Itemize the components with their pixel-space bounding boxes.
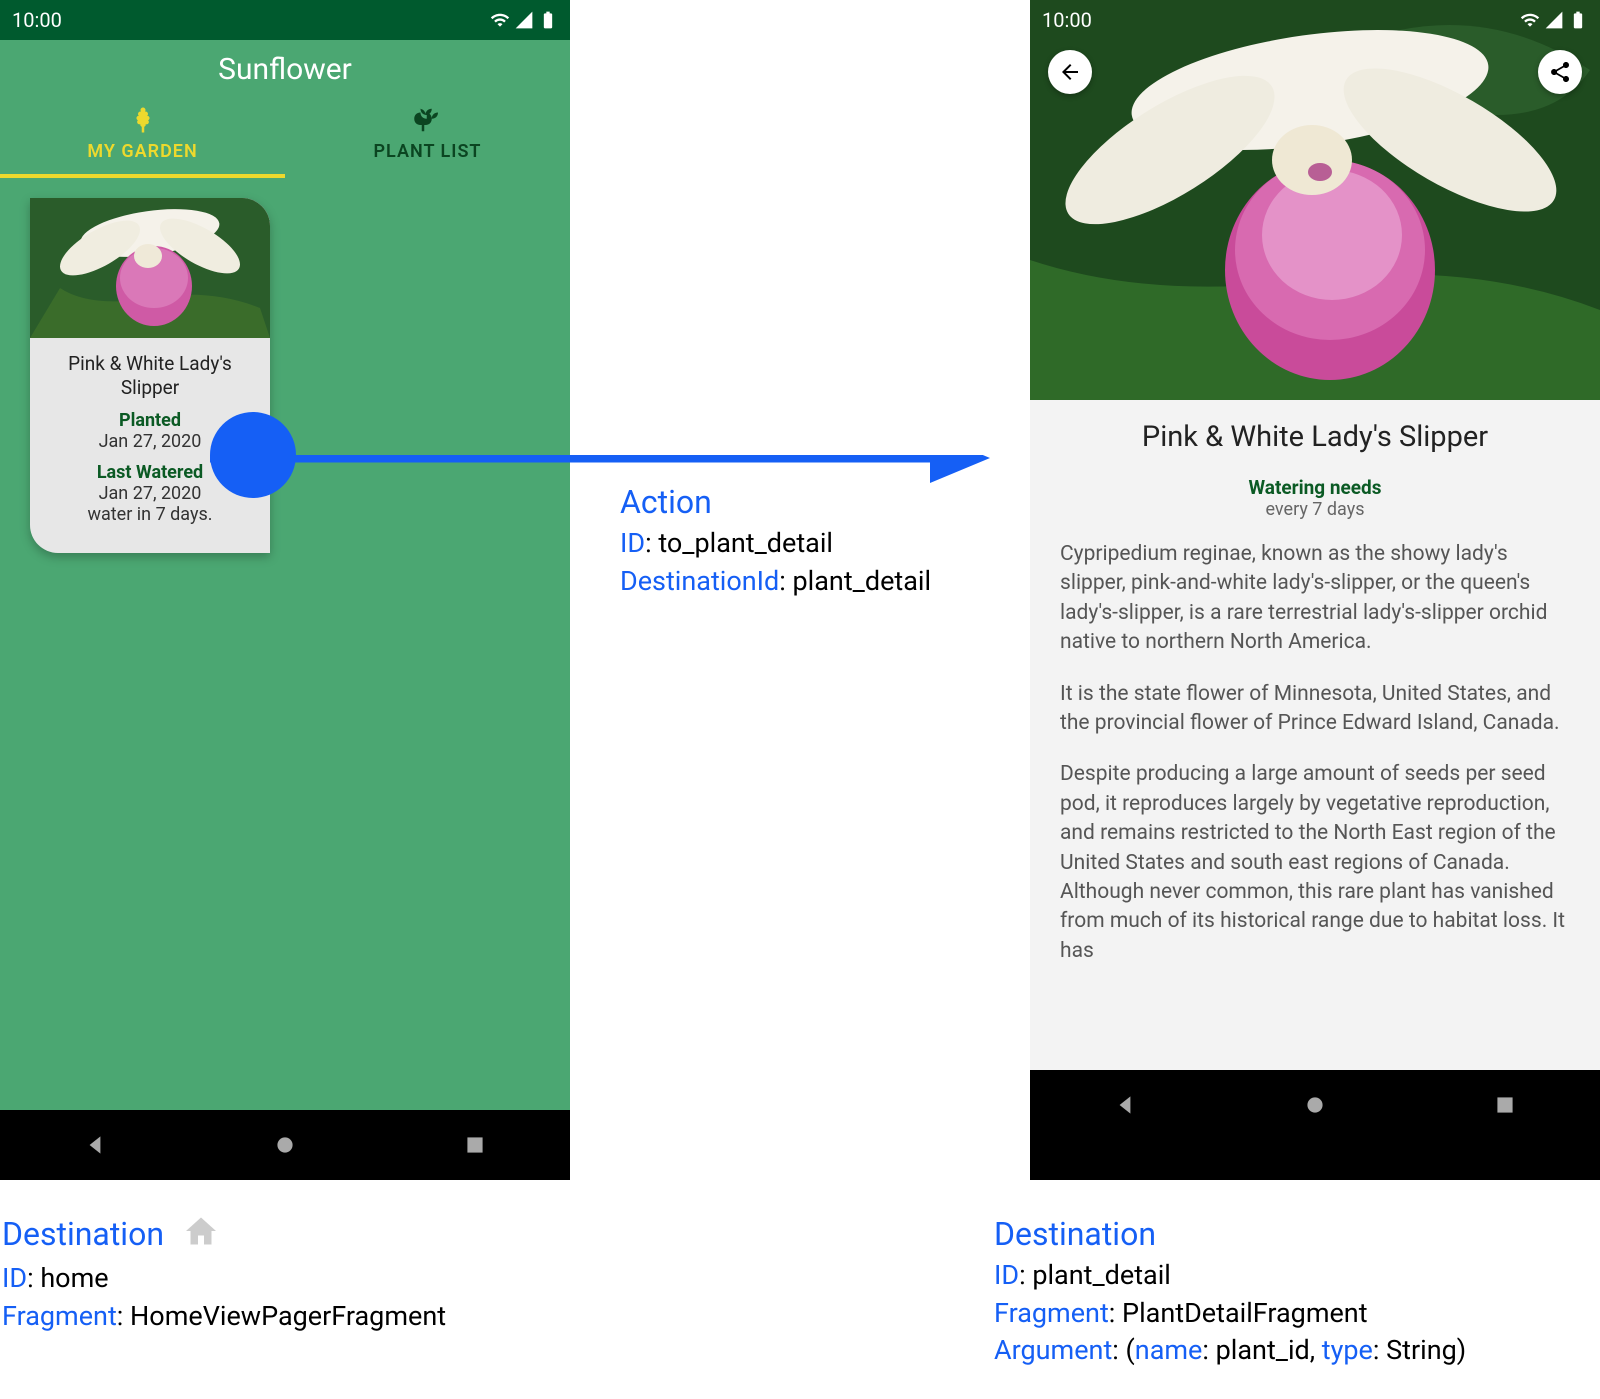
home-icon	[183, 1213, 219, 1260]
system-navbar	[1030, 1070, 1600, 1140]
garden-list: Pink & White Lady's Slipper Planted Jan …	[0, 178, 570, 1110]
phone-detail-screen: 10:00	[1030, 0, 1600, 1180]
action-annotation: Action ID: to_plant_detail DestinationId…	[620, 480, 931, 600]
status-time: 10:00	[12, 8, 62, 32]
signal-icon	[514, 10, 534, 30]
tab-bar: MY GARDEN PLANT LIST	[0, 95, 570, 178]
watering-needs-label: Watering needs	[1060, 476, 1570, 499]
app-title: Sunflower	[0, 52, 570, 87]
tab-label: MY GARDEN	[87, 141, 197, 162]
planted-label: Planted	[40, 410, 260, 431]
plant-title: Pink & White Lady's Slipper	[1060, 420, 1570, 454]
phone-home-screen: 10:00 Sunflower MY GARDEN PLANT LIST	[0, 0, 570, 1180]
plant-card-name: Pink & White Lady's Slipper	[40, 352, 260, 400]
tab-my-garden[interactable]: MY GARDEN	[0, 95, 285, 178]
annotation-row: ID: plant_detail	[994, 1257, 1466, 1295]
destination-detail-annotation: Destination ID: plant_detail Fragment: P…	[994, 1212, 1466, 1370]
description-paragraph: Cypripedium reginae, known as the showy …	[1060, 540, 1570, 658]
system-navbar	[0, 1110, 570, 1180]
description-paragraph: Despite producing a large amount of seed…	[1060, 760, 1570, 966]
watered-date: Jan 27, 2020	[40, 483, 260, 504]
watering-needs-value: every 7 days	[1060, 499, 1570, 520]
arrow-back-icon	[1058, 60, 1082, 84]
tab-plant-list[interactable]: PLANT LIST	[285, 95, 570, 178]
annotation-heading-row: Destination	[2, 1212, 446, 1260]
status-bar: 10:00	[0, 0, 570, 40]
description-paragraph: It is the state flower of Minnesota, Uni…	[1060, 680, 1570, 739]
wifi-icon	[490, 10, 510, 30]
share-button[interactable]	[1538, 50, 1582, 94]
tab-label: PLANT LIST	[374, 141, 482, 162]
nav-recent-icon[interactable]	[1492, 1092, 1518, 1118]
status-icons	[490, 10, 558, 30]
water-hint: water in 7 days.	[40, 504, 260, 525]
annotation-row: Argument: (name: plant_id, type: String)	[994, 1332, 1466, 1370]
app-toolbar: Sunflower	[0, 40, 570, 95]
annotation-heading: Destination	[994, 1212, 1466, 1257]
plant-card[interactable]: Pink & White Lady's Slipper Planted Jan …	[30, 198, 270, 553]
share-icon	[1548, 60, 1572, 84]
back-button[interactable]	[1048, 50, 1092, 94]
home-fragment: Sunflower MY GARDEN PLANT LIST	[0, 40, 570, 1110]
plant-card-body: Pink & White Lady's Slipper Planted Jan …	[30, 338, 270, 553]
watered-label: Last Watered	[40, 462, 260, 483]
status-bar: 10:00	[1030, 0, 1600, 40]
wifi-icon	[1520, 10, 1540, 30]
nav-back-icon[interactable]	[1112, 1092, 1138, 1118]
annotation-row: Fragment: PlantDetailFragment	[994, 1295, 1466, 1333]
flower-icon	[128, 105, 158, 135]
annotation-row: ID: to_plant_detail	[620, 525, 931, 563]
annotation-row: Fragment: HomeViewPagerFragment	[2, 1298, 446, 1336]
plant-description: Cypripedium reginae, known as the showy …	[1060, 540, 1570, 966]
plant-hero-image	[1030, 0, 1600, 400]
annotation-row: DestinationId: plant_detail	[620, 563, 931, 601]
nav-home-icon[interactable]	[1302, 1092, 1328, 1118]
annotation-heading: Action	[620, 480, 931, 525]
nav-recent-icon[interactable]	[462, 1132, 488, 1158]
plant-card-image	[30, 198, 270, 338]
destination-home-annotation: Destination ID: home Fragment: HomeViewP…	[2, 1212, 446, 1335]
signal-icon	[1544, 10, 1564, 30]
status-icons	[1520, 10, 1588, 30]
planted-date: Jan 27, 2020	[40, 431, 260, 452]
battery-icon	[538, 10, 558, 30]
plant-detail-fragment: Pink & White Lady's Slipper Watering nee…	[1030, 0, 1600, 1070]
nav-home-icon[interactable]	[272, 1132, 298, 1158]
annotation-row: ID: home	[2, 1260, 446, 1298]
status-time: 10:00	[1042, 8, 1092, 32]
battery-icon	[1568, 10, 1588, 30]
plant-detail-body: Pink & White Lady's Slipper Watering nee…	[1030, 400, 1600, 1070]
sprout-icon	[413, 105, 443, 135]
nav-back-icon[interactable]	[82, 1132, 108, 1158]
